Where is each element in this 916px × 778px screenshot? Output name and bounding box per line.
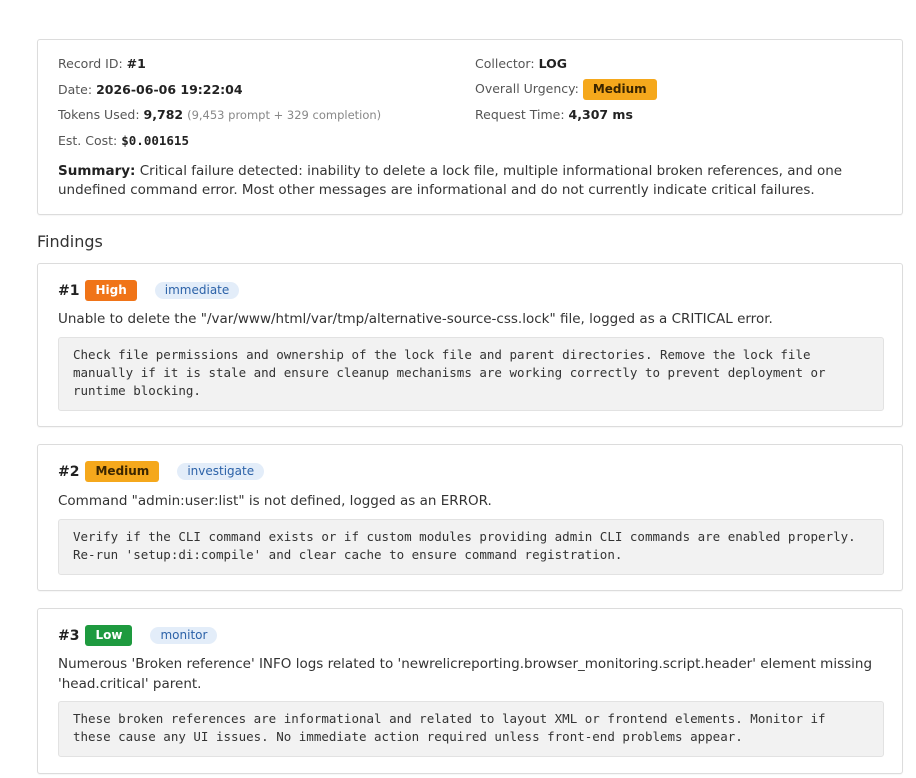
collector-row: Collector: LOG bbox=[475, 56, 567, 71]
cost-value: $0.001615 bbox=[121, 133, 189, 148]
finding-card: #3 Low monitor Numerous 'Broken referenc… bbox=[37, 608, 903, 774]
tokens-row: Tokens Used: 9,782 (9,453 prompt + 329 c… bbox=[58, 107, 381, 122]
finding-card: #2 Medium investigate Command "admin:use… bbox=[37, 444, 903, 591]
collector-value: LOG bbox=[538, 56, 567, 71]
request-time-row: Request Time: 4,307 ms bbox=[475, 107, 633, 122]
finding-header: #2 Medium investigate bbox=[58, 461, 265, 482]
date-label: Date: bbox=[58, 82, 93, 97]
finding-number: #1 bbox=[58, 282, 80, 299]
collector-label: Collector: bbox=[475, 56, 535, 71]
finding-header: #3 Low monitor bbox=[58, 625, 218, 646]
finding-description: Numerous 'Broken reference' INFO logs re… bbox=[58, 656, 873, 692]
findings-heading: Findings bbox=[37, 232, 103, 251]
severity-badge: High bbox=[85, 280, 137, 301]
urgency-badge: Medium bbox=[582, 79, 657, 100]
finding-recommendation: Check file permissions and ownership of … bbox=[58, 337, 884, 411]
finding-recommendation: Verify if the CLI command exists or if c… bbox=[58, 519, 884, 575]
urgency-label: Overall Urgency: bbox=[475, 81, 579, 96]
action-tag: monitor bbox=[150, 627, 218, 644]
cost-label: Est. Cost: bbox=[58, 133, 118, 148]
date-row: Date: 2026-06-06 19:22:04 bbox=[58, 82, 243, 97]
finding-number: #2 bbox=[58, 463, 80, 480]
record-id-row: Record ID: #1 bbox=[58, 56, 146, 71]
summary-label: Summary: bbox=[58, 163, 136, 179]
finding-description: Unable to delete the "/var/www/html/var/… bbox=[58, 311, 773, 327]
summary-text: Critical failure detected: inability to … bbox=[58, 163, 843, 198]
date-value: 2026-06-06 19:22:04 bbox=[96, 82, 243, 97]
tokens-value: 9,782 bbox=[143, 107, 184, 122]
request-time-value: 4,307 ms bbox=[568, 107, 633, 122]
cost-row: Est. Cost: $0.001615 bbox=[58, 133, 189, 148]
action-tag: immediate bbox=[154, 282, 240, 299]
finding-recommendation: These broken references are informationa… bbox=[58, 701, 884, 757]
request-time-label: Request Time: bbox=[475, 107, 565, 122]
severity-badge: Medium bbox=[85, 461, 160, 482]
record-id-value: #1 bbox=[126, 56, 146, 71]
severity-badge: Low bbox=[85, 625, 133, 646]
record-id-label: Record ID: bbox=[58, 56, 123, 71]
finding-card: #1 High immediate Unable to delete the "… bbox=[37, 263, 903, 427]
finding-description: Command "admin:user:list" is not defined… bbox=[58, 493, 492, 509]
summary: Summary: Critical failure detected: inab… bbox=[58, 162, 888, 200]
tokens-label: Tokens Used: bbox=[58, 107, 140, 122]
finding-header: #1 High immediate bbox=[58, 280, 240, 301]
tokens-detail: (9,453 prompt + 329 completion) bbox=[187, 108, 382, 122]
finding-number: #3 bbox=[58, 627, 80, 644]
action-tag: investigate bbox=[177, 463, 265, 480]
urgency-row: Overall Urgency: Medium bbox=[475, 79, 657, 100]
record-card: Record ID: #1 Date: 2026-06-06 19:22:04 … bbox=[37, 39, 903, 215]
